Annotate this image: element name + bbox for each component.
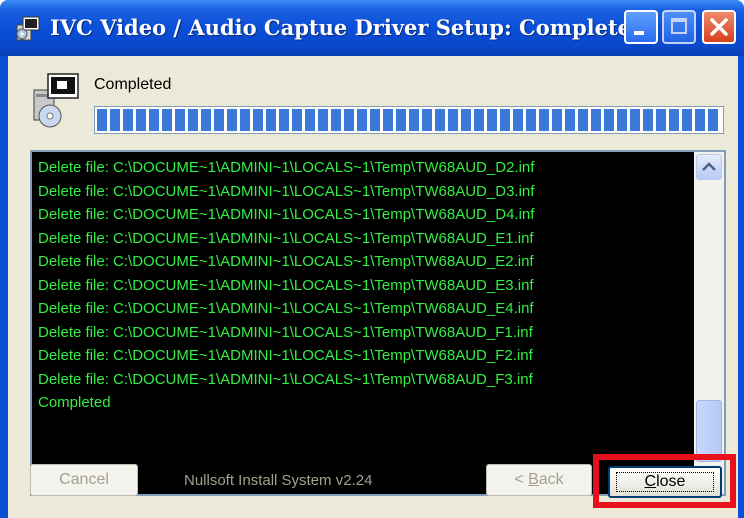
scroll-thumb[interactable] [696,400,722,462]
log-line: Delete file: C:\DOCUME~1\ADMINI~1\LOCALS… [38,300,534,317]
status-label: Completed [94,76,172,93]
log-line: Delete file: C:\DOCUME~1\ADMINI~1\LOCALS… [38,253,534,270]
log-line: Delete file: C:\DOCUME~1\ADMINI~1\LOCALS… [38,206,535,223]
close-button-highlight [593,454,736,508]
maximize-button [662,10,696,44]
log-line: Delete file: C:\DOCUME~1\ADMINI~1\LOCALS… [38,276,534,294]
log-line: Delete file: C:\DOCUME~1\ADMINI~1\LOCALS… [38,323,533,341]
progress-fill [97,109,721,131]
dialog-client-area: Completed Delete file: C:\DOCUME~1\ADMIN… [8,56,738,518]
installer-icon [14,14,42,42]
chevron-up-icon [702,162,716,171]
maximize-icon [671,18,687,34]
log-lines: Delete file: C:\DOCUME~1\ADMINI~1\LOCALS… [38,156,690,492]
log-line: Delete file: C:\DOCUME~1\ADMINI~1\LOCALS… [38,159,535,176]
minimize-button[interactable] [624,10,658,44]
log-line: Completed [38,394,111,411]
log-line: Delete file: C:\DOCUME~1\ADMINI~1\LOCALS… [38,182,535,200]
window-title: IVC Video / Audio Captue Driver Setup: C… [50,15,646,40]
log-line: Delete file: C:\DOCUME~1\ADMINI~1\LOCALS… [38,229,534,247]
back-label-mnemonic: B [528,471,539,488]
close-window-button[interactable] [702,10,736,44]
setup-window: IVC Video / Audio Captue Driver Setup: C… [0,0,744,518]
back-button: < Back [486,464,592,496]
cancel-button: Cancel [30,464,138,496]
back-label-rest: ack [538,471,564,488]
minimize-icon [634,31,644,35]
scroll-up-button[interactable] [696,154,722,180]
nsis-branding: Nullsoft Install System v2.24 [184,472,373,489]
log-line: Delete file: C:\DOCUME~1\ADMINI~1\LOCALS… [38,370,533,388]
title-bar[interactable]: IVC Video / Audio Captue Driver Setup: C… [0,0,744,56]
back-label-prefix: < [514,471,529,488]
close-x-icon [710,18,728,36]
details-log[interactable]: Delete file: C:\DOCUME~1\ADMINI~1\LOCALS… [30,150,726,496]
setup-disc-icon [30,72,82,130]
progress-bar [94,106,724,134]
log-scrollbar[interactable] [694,152,724,494]
log-line: Delete file: C:\DOCUME~1\ADMINI~1\LOCALS… [38,347,533,364]
